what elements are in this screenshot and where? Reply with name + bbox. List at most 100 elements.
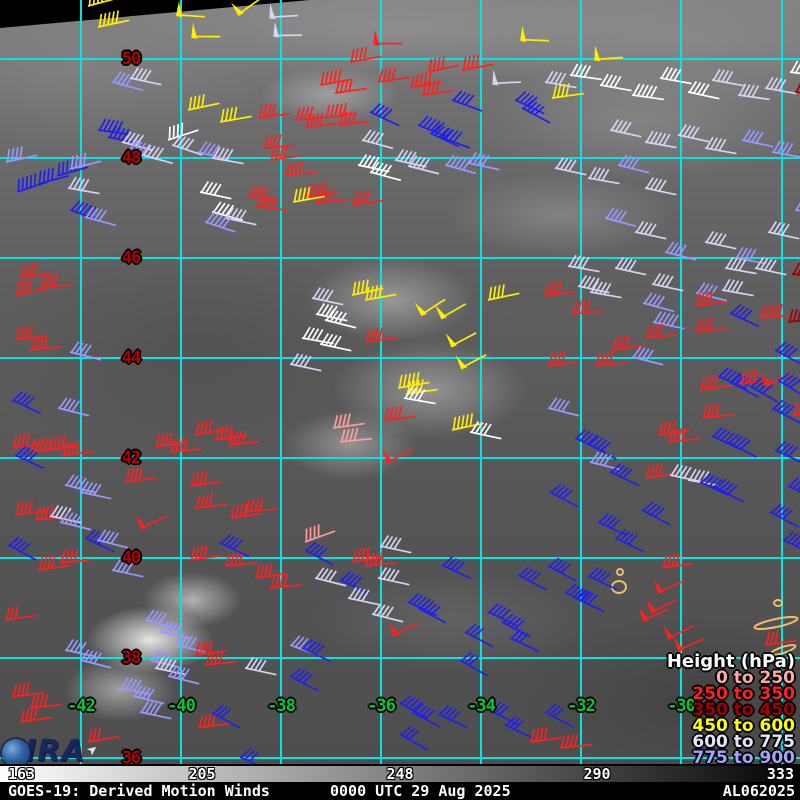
wind-barb bbox=[642, 292, 675, 313]
wind-barb bbox=[339, 427, 372, 443]
wind-barb bbox=[559, 733, 592, 749]
wind-barb bbox=[4, 605, 37, 621]
wind-barb bbox=[324, 102, 357, 119]
wind-barb bbox=[787, 307, 800, 323]
wind-barb bbox=[16, 173, 48, 193]
wind-barb bbox=[791, 262, 800, 280]
wind-barb bbox=[455, 354, 487, 370]
wind-barb bbox=[611, 335, 644, 351]
wind-barb bbox=[262, 134, 295, 149]
wind-barb bbox=[361, 129, 394, 150]
wind-barb bbox=[609, 463, 640, 487]
wind-barb bbox=[57, 397, 90, 417]
wind-barb bbox=[754, 257, 787, 276]
wind-barb bbox=[504, 716, 535, 740]
status-bar: GOES-19: Derived Motion Winds 0000 UTC 2… bbox=[0, 782, 800, 800]
colorbar-label: 205 bbox=[188, 765, 216, 783]
wind-barb bbox=[219, 106, 252, 123]
wind-barb bbox=[571, 299, 604, 315]
wind-barb bbox=[554, 157, 587, 176]
wind-barb bbox=[339, 571, 370, 595]
wind-barb bbox=[634, 221, 667, 240]
wind-barb bbox=[547, 397, 580, 417]
wind-barb bbox=[467, 152, 500, 171]
globe-icon bbox=[2, 739, 30, 767]
wind-barb bbox=[774, 341, 800, 366]
wind-barb bbox=[520, 25, 549, 43]
wind-barb bbox=[167, 665, 200, 685]
wind-barb bbox=[767, 221, 800, 240]
wind-barb bbox=[417, 115, 448, 138]
wind-barb bbox=[139, 701, 172, 720]
island-outline bbox=[753, 615, 799, 631]
wind-barb bbox=[111, 559, 144, 578]
wind-barb bbox=[704, 231, 737, 250]
wind-barb bbox=[61, 440, 94, 456]
wind-barb bbox=[189, 471, 222, 487]
wind-barb bbox=[789, 60, 800, 78]
wind-barb bbox=[529, 727, 562, 743]
wind-barb bbox=[638, 607, 670, 622]
wind-barb bbox=[227, 430, 260, 446]
wind-barb bbox=[661, 553, 694, 569]
wind-barb bbox=[604, 207, 637, 228]
wind-barb bbox=[244, 657, 277, 676]
wind-barb bbox=[594, 45, 624, 62]
wind-barb bbox=[269, 3, 299, 20]
wind-barb bbox=[451, 413, 484, 431]
wind-barb bbox=[347, 587, 380, 606]
wind-barb bbox=[7, 536, 37, 561]
colorbar-label: 333 bbox=[766, 765, 794, 783]
wind-barb bbox=[191, 22, 221, 39]
wind-barb bbox=[187, 94, 220, 111]
wind-barb bbox=[549, 483, 579, 508]
wind-barb bbox=[289, 353, 322, 372]
wind-barb bbox=[445, 332, 477, 348]
island-outline bbox=[616, 568, 624, 576]
wind-barb bbox=[489, 701, 519, 726]
wind-barb bbox=[311, 287, 344, 306]
wind-barb bbox=[399, 725, 429, 751]
wind-barb bbox=[567, 254, 600, 273]
wind-barb bbox=[677, 124, 710, 143]
wind-barb bbox=[289, 667, 319, 692]
island-outline bbox=[773, 599, 783, 607]
wind-barb bbox=[721, 278, 754, 297]
wind-barb bbox=[544, 703, 574, 728]
wind-barb bbox=[273, 21, 303, 38]
wind-barb bbox=[469, 421, 502, 440]
wind-barb bbox=[169, 437, 202, 453]
wind-barb bbox=[29, 693, 62, 709]
wind-barb bbox=[176, 0, 205, 18]
wind-barb bbox=[769, 503, 799, 528]
cira-arrow-icon: ➤ bbox=[82, 738, 105, 763]
wind-barb bbox=[774, 441, 800, 465]
wind-barb bbox=[587, 567, 618, 591]
wind-barb bbox=[351, 279, 384, 296]
wind-barb bbox=[369, 103, 400, 127]
wind-barb bbox=[597, 513, 628, 537]
colorbar-label: 248 bbox=[386, 765, 414, 783]
wind-barb bbox=[461, 54, 494, 71]
wind-barb bbox=[247, 184, 280, 203]
wind-barb bbox=[382, 449, 413, 464]
wind-barb bbox=[337, 110, 370, 126]
wind-barb bbox=[11, 682, 44, 698]
wind-barb bbox=[301, 326, 334, 345]
wind-barb bbox=[199, 181, 232, 200]
wind-barb-overlay bbox=[0, 0, 800, 764]
product-title: GOES-19: Derived Motion Winds bbox=[8, 782, 270, 800]
colorbar-label: 163 bbox=[8, 765, 36, 783]
wind-barb bbox=[284, 161, 317, 176]
wind-barb bbox=[659, 66, 692, 85]
wind-barb bbox=[587, 166, 620, 185]
wind-barb bbox=[517, 566, 547, 591]
wind-barb bbox=[771, 140, 800, 159]
wind-barb bbox=[5, 146, 38, 163]
wind-barb bbox=[631, 83, 664, 101]
wind-barb bbox=[87, 0, 120, 7]
wind-barb bbox=[663, 625, 694, 640]
wind-barb bbox=[136, 515, 167, 530]
wind-barb bbox=[614, 529, 645, 553]
wind-barb bbox=[19, 263, 52, 279]
